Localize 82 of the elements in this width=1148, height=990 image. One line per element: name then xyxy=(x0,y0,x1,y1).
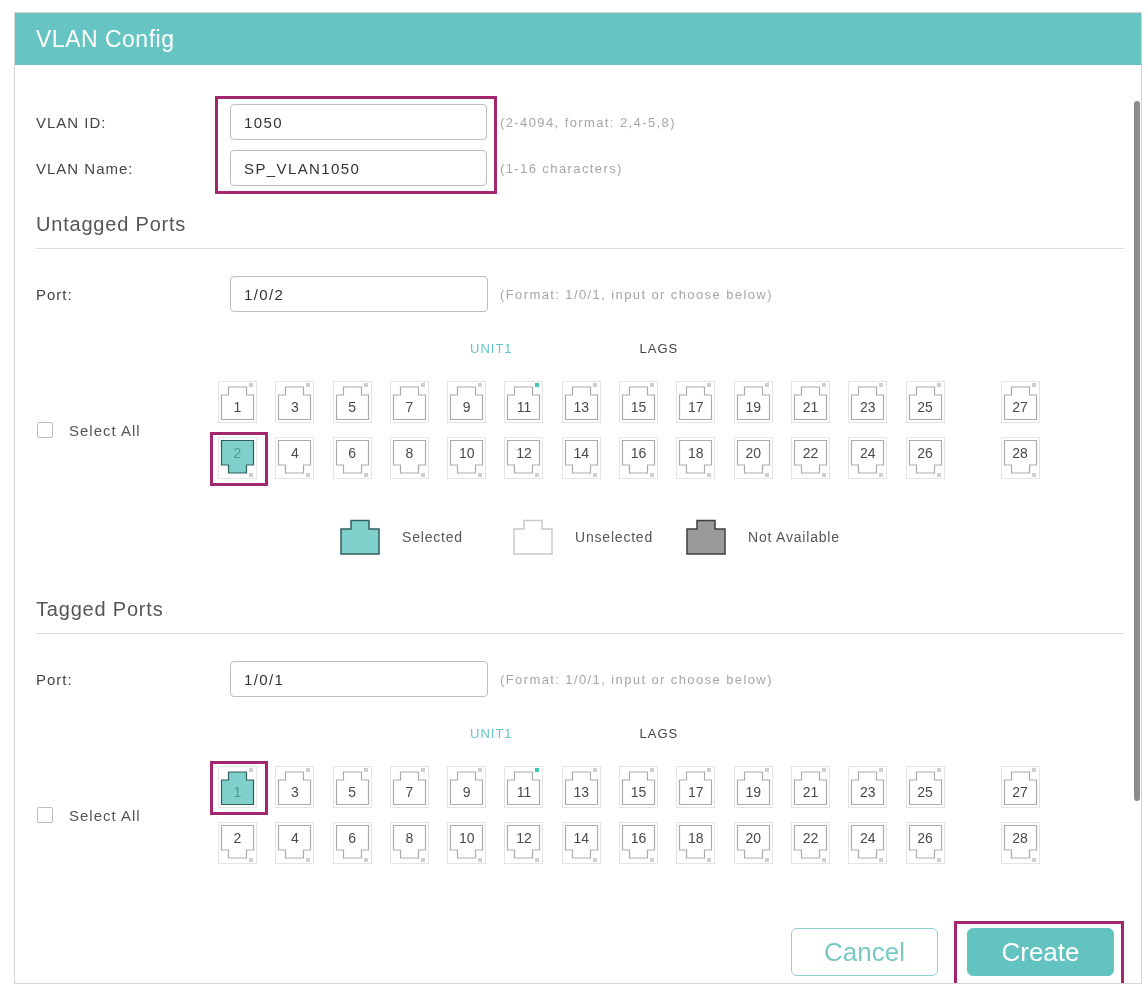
port-button[interactable]: 4 xyxy=(275,822,315,864)
section-heading: Tagged Ports xyxy=(36,597,164,621)
port-button[interactable]: 14 xyxy=(561,822,601,864)
port-button[interactable]: 5 xyxy=(332,381,372,423)
unavailable-port-icon xyxy=(686,519,726,555)
port-button[interactable]: 3 xyxy=(275,381,315,423)
port-button[interactable]: 7 xyxy=(389,766,429,808)
port-button[interactable]: 23 xyxy=(848,381,888,423)
port-button[interactable]: 20 xyxy=(733,822,773,864)
port-button[interactable]: 28 xyxy=(1000,822,1040,864)
text-input[interactable]: 1050 xyxy=(230,104,487,140)
port-button[interactable]: 10 xyxy=(447,437,487,479)
port-button[interactable]: 26 xyxy=(905,437,945,479)
title-bar: VLAN Config xyxy=(15,13,1141,65)
field-hint: (Format: 1/0/1, input or choose below) xyxy=(500,286,773,302)
port-button[interactable]: 26 xyxy=(905,822,945,864)
port-button[interactable]: 16 xyxy=(619,437,659,479)
port-button[interactable]: 16 xyxy=(619,822,659,864)
field-hint: (1-16 characters) xyxy=(500,159,624,178)
port-button[interactable]: 1 xyxy=(218,381,257,423)
legend-label: Selected xyxy=(402,529,463,545)
port-button[interactable]: 24 xyxy=(848,437,888,479)
port-button[interactable]: 18 xyxy=(676,437,716,479)
port-button[interactable]: 5 xyxy=(332,766,372,808)
section-heading: Untagged Ports xyxy=(36,212,187,236)
port-button[interactable]: 19 xyxy=(733,766,773,808)
port-button[interactable]: 15 xyxy=(619,381,659,423)
field-hint: (Format: 1/0/1, input or choose below) xyxy=(500,671,773,687)
selected-port-icon xyxy=(340,519,380,555)
unselected-port-icon xyxy=(513,519,553,555)
port-button[interactable]: 8 xyxy=(389,437,429,479)
port-button[interactable]: 14 xyxy=(561,437,601,479)
port-input[interactable]: 1/0/1 xyxy=(230,661,488,697)
scrollbar-thumb[interactable] xyxy=(1134,101,1140,801)
port-button[interactable]: 23 xyxy=(848,766,888,808)
port-button[interactable]: 6 xyxy=(332,822,372,864)
port-button[interactable]: 10 xyxy=(447,822,487,864)
port-button[interactable]: 17 xyxy=(676,381,716,423)
port-button[interactable]: 13 xyxy=(561,381,601,423)
port-button[interactable]: 21 xyxy=(790,381,830,423)
port-button[interactable]: 12 xyxy=(504,437,544,479)
port-button[interactable]: 18 xyxy=(676,822,716,864)
legend-label: Not Available xyxy=(748,529,840,545)
select-all-checkbox[interactable] xyxy=(37,422,53,438)
checkbox-label: Select All xyxy=(69,806,141,824)
port-button[interactable]: 11 xyxy=(504,381,544,423)
port-button[interactable]: 15 xyxy=(619,766,659,808)
port-button[interactable]: 22 xyxy=(790,437,830,479)
port-button[interactable]: 9 xyxy=(447,381,487,423)
field-label: VLAN ID: xyxy=(36,112,108,133)
port-button[interactable]: 19 xyxy=(733,381,773,423)
port-button[interactable]: 21 xyxy=(790,766,830,808)
tab[interactable]: LAGS xyxy=(639,341,679,357)
port-button[interactable]: 27 xyxy=(1000,766,1040,808)
port-button[interactable]: 27 xyxy=(1000,381,1040,423)
field-label: Port: xyxy=(36,670,74,688)
port-button[interactable]: 17 xyxy=(676,766,716,808)
field-label: VLAN Name: xyxy=(36,158,135,179)
port-button[interactable]: 13 xyxy=(561,766,601,808)
port-input[interactable]: 1/0/2 xyxy=(230,276,488,312)
port-button[interactable]: 12 xyxy=(504,822,544,864)
port-button[interactable]: 28 xyxy=(1000,437,1040,479)
port-button[interactable]: 11 xyxy=(504,766,544,808)
select-all-checkbox[interactable] xyxy=(37,807,53,823)
port-button[interactable]: 22 xyxy=(790,822,830,864)
port-button[interactable]: 9 xyxy=(447,766,487,808)
legend-label: Unselected xyxy=(575,529,654,545)
text-input[interactable]: SP_VLAN1050 xyxy=(230,150,487,186)
field-hint: (2-4094, format: 2,4-5,8) xyxy=(500,113,676,132)
checkbox-label: Select All xyxy=(69,421,141,439)
port-button[interactable]: 25 xyxy=(905,381,945,423)
port-button[interactable]: 2 xyxy=(218,822,257,864)
tab[interactable]: LAGS xyxy=(639,726,679,742)
port-button[interactable]: 3 xyxy=(275,766,315,808)
port-button[interactable]: 4 xyxy=(275,437,315,479)
port-button[interactable]: 8 xyxy=(389,822,429,864)
port-button[interactable]: 7 xyxy=(389,381,429,423)
port-button[interactable]: 25 xyxy=(905,766,945,808)
port-button[interactable]: 6 xyxy=(332,437,372,479)
port-button[interactable]: 24 xyxy=(848,822,888,864)
field-label: Port: xyxy=(36,285,74,303)
port-button[interactable]: 20 xyxy=(733,437,773,479)
